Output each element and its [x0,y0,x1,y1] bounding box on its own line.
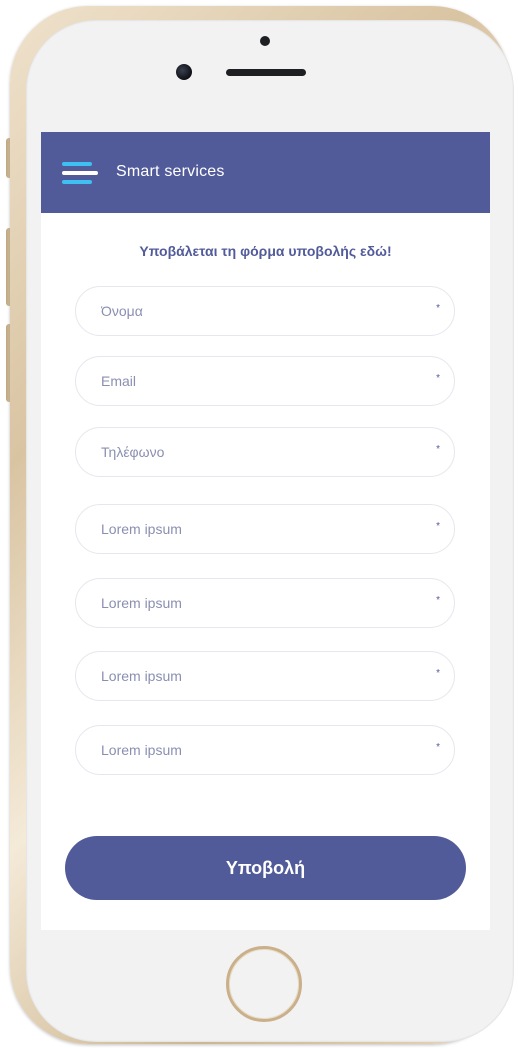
hamburger-menu-icon[interactable] [62,162,98,184]
required-asterisk: * [436,595,440,606]
phone-screen: Smart services Υποβάλεται τη φόρμα υποβο… [41,132,490,930]
required-asterisk: * [436,742,440,753]
required-asterisk: * [436,668,440,679]
name-field[interactable]: * [75,286,455,336]
lorem-input-1[interactable] [101,505,421,553]
phone-field[interactable]: * [75,427,455,477]
phone-input[interactable] [101,428,421,476]
page: Smart services Υποβάλεται τη φόρμα υποβο… [0,0,518,1048]
required-asterisk: * [436,373,440,384]
lorem-field-3[interactable]: * [75,651,455,701]
email-input[interactable] [101,357,421,405]
phone-home-button[interactable] [226,946,302,1022]
phone-earpiece-speaker [226,69,306,76]
required-asterisk: * [436,521,440,532]
submit-button[interactable]: Υποβολή [65,836,466,900]
name-input[interactable] [101,287,421,335]
required-asterisk: * [436,444,440,455]
phone-proximity-sensor [260,36,270,46]
form-heading: Υποβάλεται τη φόρμα υποβολής εδώ! [139,243,392,259]
lorem-field-2[interactable]: * [75,578,455,628]
lorem-input-4[interactable] [101,726,421,774]
required-asterisk: * [436,303,440,314]
email-field[interactable]: * [75,356,455,406]
phone-front-camera [176,64,192,80]
lorem-field-1[interactable]: * [75,504,455,554]
lorem-input-2[interactable] [101,579,421,627]
lorem-field-4[interactable]: * [75,725,455,775]
app-header: Smart services [41,132,490,213]
app-title: Smart services [116,163,225,180]
lorem-input-3[interactable] [101,652,421,700]
